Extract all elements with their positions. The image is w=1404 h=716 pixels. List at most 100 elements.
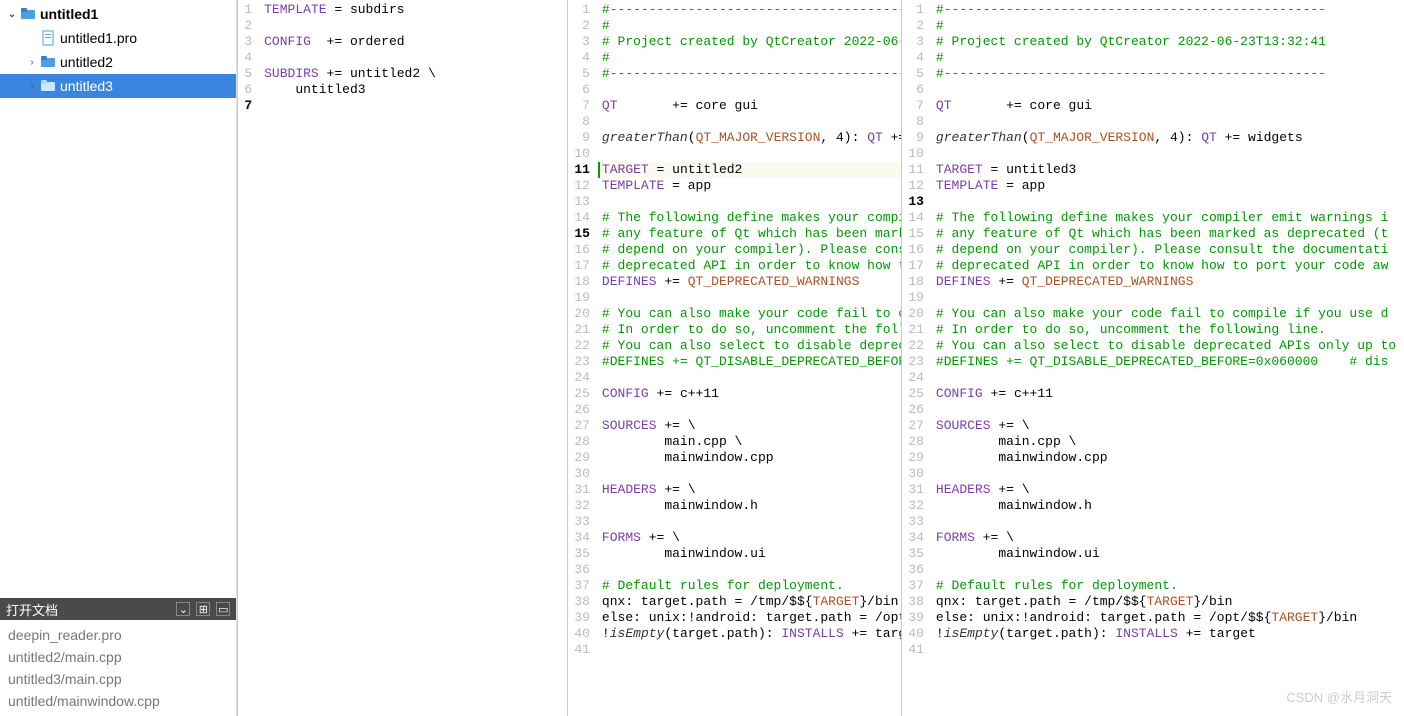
tree-root[interactable]: ⌄ untitled1 bbox=[0, 2, 236, 26]
code-line[interactable]: mainwindow.cpp bbox=[602, 450, 901, 466]
dropdown-icon[interactable]: ⌄ bbox=[176, 602, 190, 616]
editor-pane-2[interactable]: 1234567891011121314151617181920212223242… bbox=[567, 0, 901, 716]
code-line[interactable]: main.cpp \ bbox=[602, 434, 901, 450]
open-doc-item[interactable]: untitled/mainwindow.cpp bbox=[8, 690, 228, 712]
code-line[interactable]: TARGET = untitled3 bbox=[936, 162, 1404, 178]
editor-pane-3[interactable]: 1234567891011121314151617181920212223242… bbox=[901, 0, 1404, 716]
code-line[interactable] bbox=[936, 290, 1404, 306]
code-line[interactable] bbox=[936, 466, 1404, 482]
tree-file[interactable]: untitled1.pro bbox=[0, 26, 236, 50]
code-line[interactable]: CONFIG += c++11 bbox=[602, 386, 901, 402]
code-line[interactable] bbox=[602, 82, 901, 98]
code-line[interactable]: # The following define makes your compil… bbox=[602, 210, 901, 226]
code-line[interactable]: SUBDIRS += untitled2 \ bbox=[264, 66, 436, 82]
code-line[interactable]: # Default rules for deployment. bbox=[602, 578, 901, 594]
code-line[interactable] bbox=[602, 370, 901, 386]
open-doc-item[interactable]: untitled3/main.cpp bbox=[8, 668, 228, 690]
editor-pane-1[interactable]: 1234567TEMPLATE = subdirsCONFIG += order… bbox=[237, 0, 567, 716]
code-line[interactable] bbox=[936, 82, 1404, 98]
code-line[interactable]: HEADERS += \ bbox=[936, 482, 1404, 498]
code-line[interactable] bbox=[936, 114, 1404, 130]
code-line[interactable]: #DEFINES += QT_DISABLE_DEPRECATED_BEFORE… bbox=[936, 354, 1404, 370]
code-line[interactable] bbox=[936, 514, 1404, 530]
code-line[interactable]: SOURCES += \ bbox=[936, 418, 1404, 434]
code-line[interactable]: #---------------------------------------… bbox=[936, 66, 1404, 82]
code-line[interactable]: # In order to do so, uncomment the follo… bbox=[602, 322, 901, 338]
code-line[interactable]: # any feature of Qt which has been marke… bbox=[936, 226, 1404, 242]
code-line[interactable]: # You can also make your code fail to co… bbox=[936, 306, 1404, 322]
tree-folder[interactable]: › untitled2 bbox=[0, 50, 236, 74]
code-line[interactable]: CONFIG += ordered bbox=[264, 34, 436, 50]
code-line[interactable] bbox=[936, 642, 1404, 658]
code-line[interactable] bbox=[936, 146, 1404, 162]
code-line[interactable] bbox=[264, 98, 436, 114]
code-line[interactable]: mainwindow.h bbox=[602, 498, 901, 514]
code-line[interactable] bbox=[602, 402, 901, 418]
code-line[interactable]: TEMPLATE = subdirs bbox=[264, 2, 436, 18]
code-line[interactable]: # Project created by QtCreator 2022-06-2… bbox=[936, 34, 1404, 50]
code-line[interactable]: # You can also select to disable depreca… bbox=[936, 338, 1404, 354]
code-line[interactable] bbox=[602, 466, 901, 482]
code-line[interactable]: DEFINES += QT_DEPRECATED_WARNINGS bbox=[936, 274, 1404, 290]
code-line[interactable]: #---------------------------------------… bbox=[602, 66, 901, 82]
code-line[interactable]: main.cpp \ bbox=[936, 434, 1404, 450]
code-line[interactable]: greaterThan(QT_MAJOR_VERSION, 4): QT += … bbox=[936, 130, 1404, 146]
code-line[interactable]: qnx: target.path = /tmp/$${TARGET}/bin bbox=[602, 594, 901, 610]
code-line[interactable]: # deprecated API in order to know how to bbox=[602, 258, 901, 274]
code-line[interactable]: #DEFINES += QT_DISABLE_DEPRECATED_BEFORE… bbox=[602, 354, 901, 370]
code-line[interactable]: # Default rules for deployment. bbox=[936, 578, 1404, 594]
code-line[interactable]: TEMPLATE = app bbox=[936, 178, 1404, 194]
code-line[interactable] bbox=[602, 642, 901, 658]
code-line[interactable]: # any feature of Qt which has been marke… bbox=[602, 226, 901, 242]
chevron-right-icon[interactable]: › bbox=[24, 57, 40, 68]
code-line[interactable]: # bbox=[936, 18, 1404, 34]
open-doc-item[interactable]: untitled2/main.cpp bbox=[8, 646, 228, 668]
code-line[interactable] bbox=[936, 402, 1404, 418]
project-tree[interactable]: ⌄ untitled1 untitled1.pro › untitled2 › … bbox=[0, 0, 236, 598]
code-line[interactable]: QT += core gui bbox=[936, 98, 1404, 114]
code-line[interactable]: # Project created by QtCreator 2022-06-2… bbox=[602, 34, 901, 50]
code-line[interactable]: FORMS += \ bbox=[602, 530, 901, 546]
code-line[interactable]: # You can also make your code fail to co… bbox=[602, 306, 901, 322]
code-line[interactable]: QT += core gui bbox=[602, 98, 901, 114]
code-line[interactable]: !isEmpty(target.path): INSTALLS += targe… bbox=[602, 626, 901, 642]
code-line[interactable]: else: unix:!android: target.path = /opt/… bbox=[602, 610, 901, 626]
chevron-down-icon[interactable]: ⌄ bbox=[4, 9, 20, 20]
code-line[interactable]: FORMS += \ bbox=[936, 530, 1404, 546]
code-line[interactable] bbox=[264, 50, 436, 66]
chevron-right-icon[interactable]: › bbox=[24, 81, 40, 92]
code-line[interactable]: TEMPLATE = app bbox=[602, 178, 901, 194]
open-docs-list[interactable]: deepin_reader.pro untitled2/main.cpp unt… bbox=[0, 620, 236, 716]
code-line[interactable] bbox=[936, 562, 1404, 578]
code-line[interactable]: mainwindow.cpp bbox=[936, 450, 1404, 466]
code-line[interactable]: # depend on your compiler). Please consu… bbox=[936, 242, 1404, 258]
code-line[interactable]: untitled3 bbox=[264, 82, 436, 98]
code-line[interactable]: DEFINES += QT_DEPRECATED_WARNINGS bbox=[602, 274, 901, 290]
code-line[interactable] bbox=[602, 514, 901, 530]
code-line[interactable] bbox=[602, 562, 901, 578]
code-line[interactable]: HEADERS += \ bbox=[602, 482, 901, 498]
close-panel-icon[interactable]: ▭ bbox=[216, 602, 230, 616]
code-line[interactable]: !isEmpty(target.path): INSTALLS += targe… bbox=[936, 626, 1404, 642]
code-line[interactable]: # depend on your compiler). Please consu… bbox=[602, 242, 901, 258]
code-line[interactable]: # bbox=[602, 18, 901, 34]
code-line[interactable] bbox=[602, 146, 901, 162]
code-line[interactable]: CONFIG += c++11 bbox=[936, 386, 1404, 402]
code-line[interactable]: mainwindow.ui bbox=[602, 546, 901, 562]
code-line[interactable] bbox=[602, 194, 901, 210]
tree-folder-selected[interactable]: › untitled3 bbox=[0, 74, 236, 98]
code-line[interactable] bbox=[264, 18, 436, 34]
code-line[interactable]: #---------------------------------------… bbox=[602, 2, 901, 18]
code-line[interactable] bbox=[936, 194, 1404, 210]
code-line[interactable]: else: unix:!android: target.path = /opt/… bbox=[936, 610, 1404, 626]
code-line[interactable]: # bbox=[936, 50, 1404, 66]
split-icon[interactable]: ⊞ bbox=[196, 602, 210, 616]
code-line[interactable]: qnx: target.path = /tmp/$${TARGET}/bin bbox=[936, 594, 1404, 610]
code-line[interactable]: # You can also select to disable depreca… bbox=[602, 338, 901, 354]
code-line[interactable] bbox=[602, 114, 901, 130]
code-line[interactable]: #---------------------------------------… bbox=[936, 2, 1404, 18]
code-line[interactable]: mainwindow.ui bbox=[936, 546, 1404, 562]
code-line[interactable]: # deprecated API in order to know how to… bbox=[936, 258, 1404, 274]
code-line[interactable]: TARGET = untitled2 bbox=[598, 162, 901, 178]
code-line[interactable] bbox=[602, 290, 901, 306]
